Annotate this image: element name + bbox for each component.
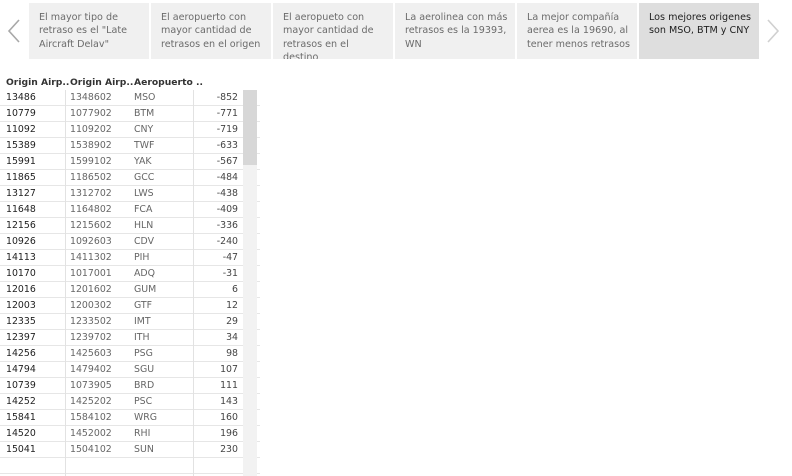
table-row[interactable]: 11865 1186502 GCC -484	[0, 170, 260, 186]
column-header-origin-airport-id[interactable]: Origin Airp..	[6, 77, 69, 88]
table-row[interactable]: 15389 1538902 TWF -633	[0, 138, 260, 154]
cell-delay-value: -31	[222, 268, 238, 279]
cell-delay-value: -47	[222, 252, 238, 263]
table-row[interactable]: 12016 1201602 GUM 6	[0, 282, 260, 298]
column-divider	[193, 90, 194, 476]
table-row[interactable]: 15841 1584102 WRG 160	[0, 410, 260, 426]
table-row[interactable]: 12397 1239702 ITH 34	[0, 330, 260, 346]
cell-delay-value: 12	[226, 300, 238, 311]
cell-delay-value: 230	[220, 444, 238, 455]
story-point-3[interactable]: El aeropueto con mayor cantidad de retra…	[273, 3, 393, 59]
table-body: 13486 1348602 MSO -852 10779 1077902 BTM -771 11…	[0, 90, 260, 474]
chevron-right-icon	[767, 19, 780, 43]
story-point-2[interactable]: El aeropuerto con mayor cantidad de retr…	[151, 3, 271, 59]
table-row[interactable]: 11092 1109202 CNY -719	[0, 122, 260, 138]
table-row[interactable]: 14520 1452002 RHI 196	[0, 426, 260, 442]
table-row[interactable]: 14256 1425603 PSG 98	[0, 346, 260, 362]
table-row[interactable]: 13127 1312702 LWS -438	[0, 186, 260, 202]
cell-delay-value	[0, 458, 238, 474]
story-point-5[interactable]: La mejor compañía aerea es la 19690, al …	[517, 3, 637, 59]
story-point-6[interactable]: Los mejores origenes son MSO, BTM y CNY	[639, 3, 759, 59]
story-point-1[interactable]: El mayor tipo de retraso es el "Late Air…	[29, 3, 149, 59]
table-row[interactable]: 14794 1479402 SGU 107	[0, 362, 260, 378]
table-row[interactable]: 13486 1348602 MSO -852	[0, 90, 260, 106]
story-navigator: El mayor tipo de retraso es el "Late Air…	[0, 0, 792, 62]
cell-delay-value: -336	[216, 220, 238, 231]
cell-delay-value: 160	[220, 412, 238, 423]
table-row[interactable]: 12156 1215602 HLN -336	[0, 218, 260, 234]
table-row[interactable]: 11648 1164802 FCA -409	[0, 202, 260, 218]
table-row[interactable]: 10779 1077902 BTM -771	[0, 106, 260, 122]
table-row[interactable]: 12335 1233502 IMT 29	[0, 314, 260, 330]
scrollbar-thumb[interactable]	[243, 90, 257, 165]
cell-delay-value: 29	[226, 316, 238, 327]
next-story-point-button[interactable]	[759, 6, 787, 56]
cell-delay-value: -852	[216, 92, 238, 103]
cell-delay-value: -633	[216, 140, 238, 151]
cell-delay-value: -438	[216, 188, 238, 199]
table-row[interactable]: 15991 1599102 YAK -567	[0, 154, 260, 170]
cell-delay-value: 6	[232, 284, 238, 295]
table-row[interactable]: 14113 1411302 PIH -47	[0, 250, 260, 266]
row-divider	[66, 473, 260, 474]
cell-delay-value: 111	[220, 380, 238, 391]
row-divider	[0, 473, 65, 474]
cell-delay-value: 34	[226, 332, 238, 343]
table-row[interactable]: 10170 1017001 ADQ -31	[0, 266, 260, 282]
table-header: Origin Airp.. Origin Airp.. Aeropuerto .…	[0, 75, 260, 91]
cell-delay-value: 196	[220, 428, 238, 439]
cell-delay-value: -719	[216, 124, 238, 135]
table-row[interactable]: 14252 1425202 PSC 143	[0, 394, 260, 410]
cell-delay-value: -567	[216, 156, 238, 167]
cell-delay-value: -484	[216, 172, 238, 183]
cell-delay-value: -240	[216, 236, 238, 247]
story-points: El mayor tipo de retraso es el "Late Air…	[29, 3, 761, 59]
table-row[interactable]: 10926 1092603 CDV -240	[0, 234, 260, 250]
cell-delay-value: 143	[220, 396, 238, 407]
column-header-aeropuerto[interactable]: Aeropuerto ..	[134, 77, 203, 88]
cell-delay-value: -771	[216, 108, 238, 119]
chevron-left-icon	[7, 19, 20, 43]
table-row[interactable]: 15041 1504102 SUN 230	[0, 442, 260, 458]
story-point-4[interactable]: La aerolinea con más retrasos es la 1939…	[395, 3, 515, 59]
table-row[interactable]: 10739 1073905 BRD 111	[0, 378, 260, 394]
column-header-origin-airport-seq-id[interactable]: Origin Airp..	[70, 77, 133, 88]
prev-story-point-button[interactable]	[0, 6, 28, 56]
table-row[interactable]	[0, 458, 260, 474]
cell-delay-value: 107	[220, 364, 238, 375]
column-divider	[65, 90, 66, 476]
table-scrollbar[interactable]	[243, 90, 257, 476]
table-row[interactable]: 12003 1200302 GTF 12	[0, 298, 260, 314]
cell-delay-value: -409	[216, 204, 238, 215]
cell-delay-value: 98	[226, 348, 238, 359]
